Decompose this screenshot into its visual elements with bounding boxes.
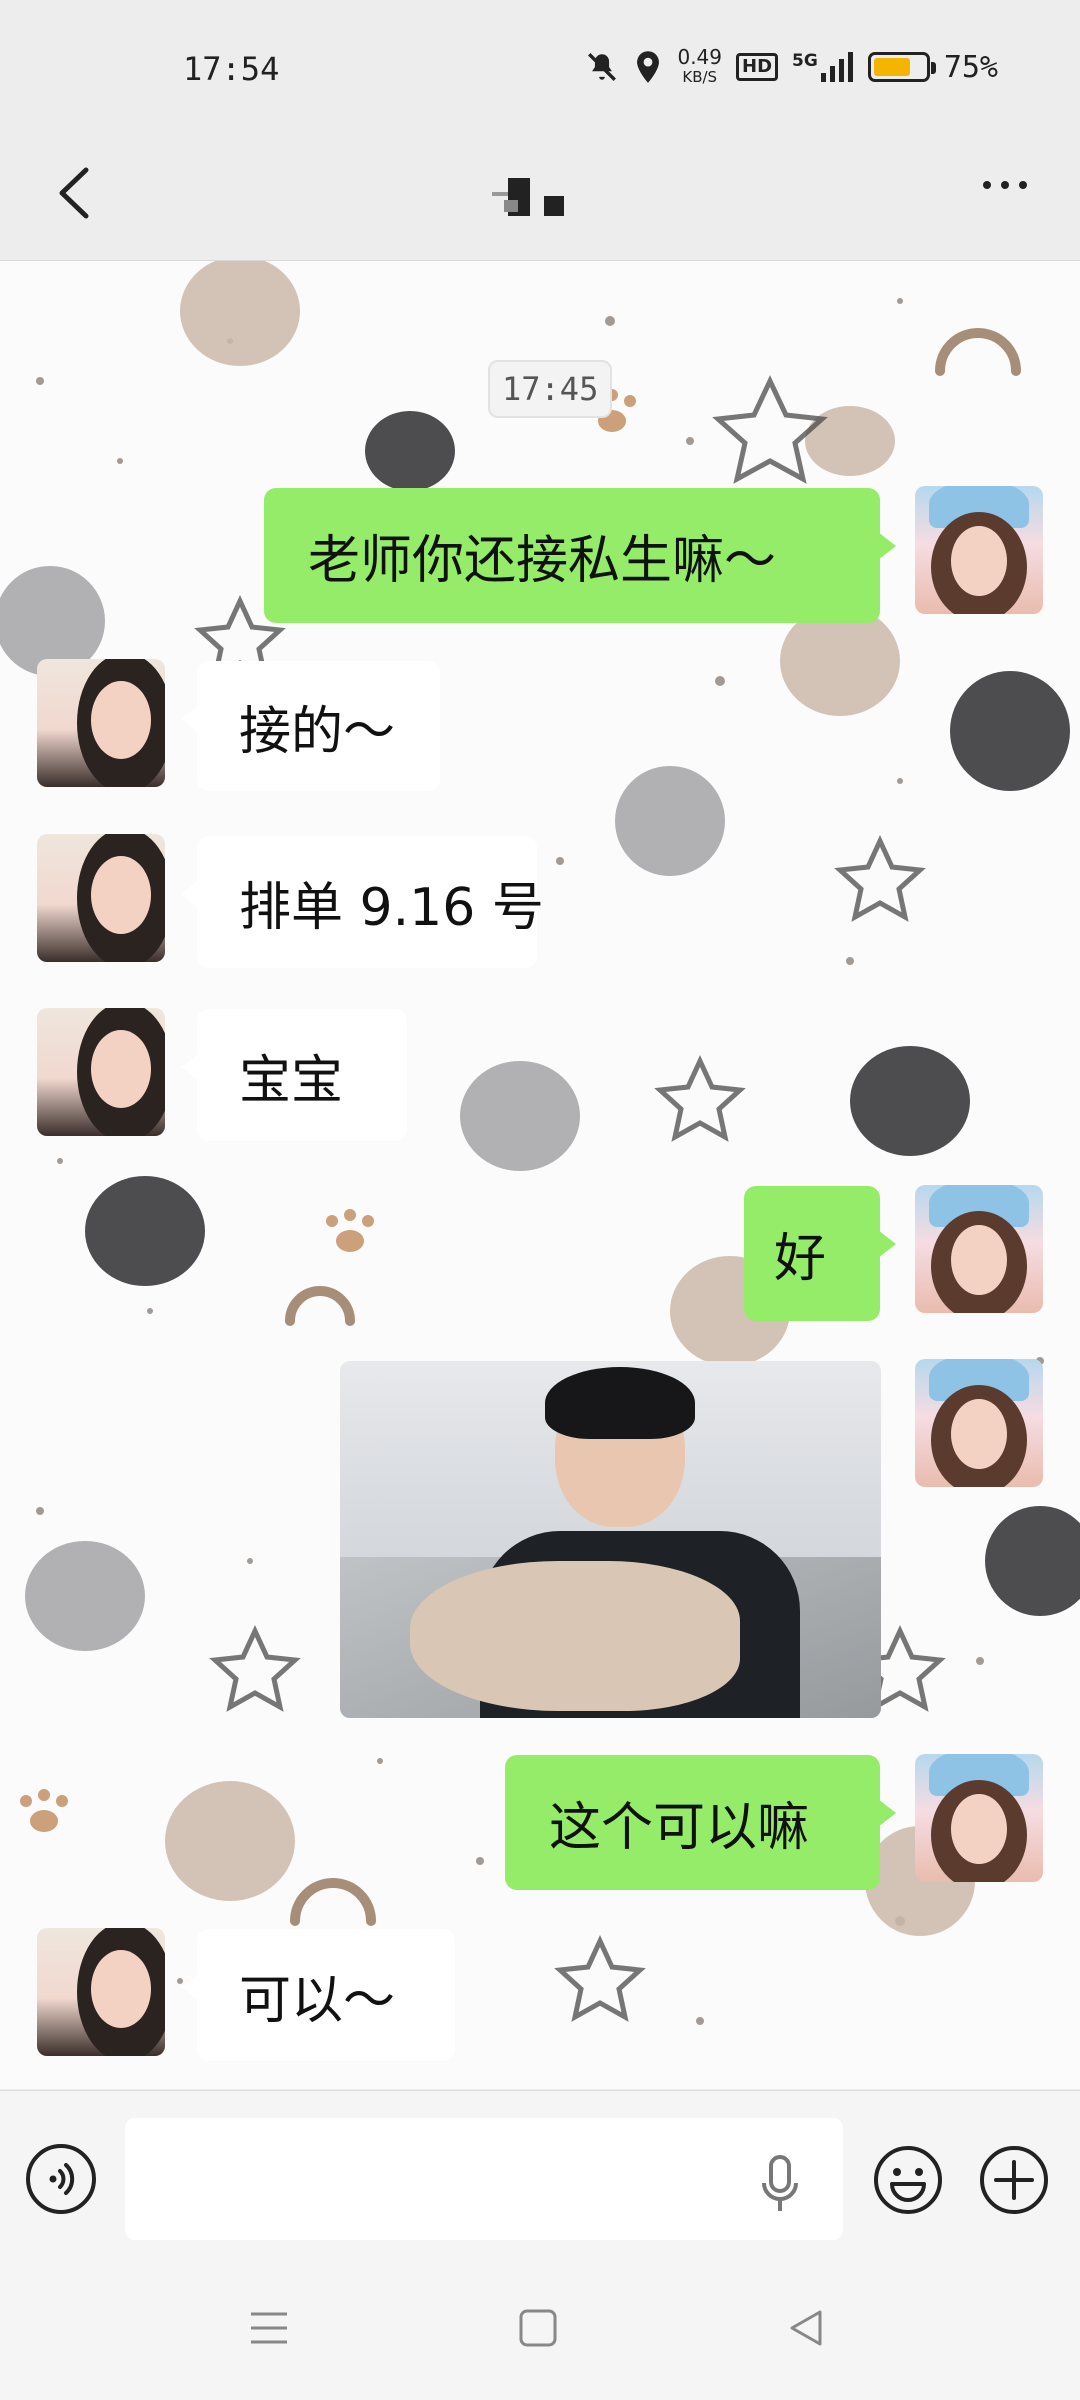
back-button[interactable]: [40, 158, 110, 228]
more-dots-icon: [983, 181, 991, 189]
status-bar: 17:54 0.49 KB/S HD 5G 75%: [0, 0, 1080, 128]
input-bar: [0, 2090, 1080, 2241]
battery-icon: [867, 52, 936, 82]
avatar-self[interactable]: [915, 1185, 1043, 1313]
net-speed-value: 0.49: [677, 45, 722, 69]
message-bubble-contact[interactable]: 可以～: [181, 1929, 455, 2061]
mic-icon[interactable]: [760, 2155, 800, 2215]
signal-icon: [820, 52, 853, 82]
avatar-self[interactable]: [915, 1754, 1043, 1882]
status-time: 17:54: [183, 50, 280, 88]
plus-icon[interactable]: [978, 2144, 1050, 2216]
signal-group: 5G: [792, 51, 854, 83]
back-triangle-icon[interactable]: [778, 2300, 834, 2356]
mute-icon: [588, 53, 617, 81]
avatar-self[interactable]: [915, 486, 1043, 614]
system-navigation-bar: [0, 2240, 1080, 2400]
hd-badge: HD: [736, 53, 779, 81]
message-input[interactable]: [125, 2118, 843, 2240]
battery-fill: [873, 58, 910, 76]
avatar-self[interactable]: [915, 1359, 1043, 1487]
avatar-contact[interactable]: [37, 1008, 165, 1136]
home-icon[interactable]: [510, 2300, 566, 2356]
voice-icon: [49, 2163, 75, 2195]
message-bubble-contact[interactable]: 接的～: [181, 661, 440, 791]
net-speed: 0.49 KB/S: [677, 47, 722, 87]
more-options-button[interactable]: [970, 155, 1040, 215]
avatar-contact[interactable]: [37, 1928, 165, 2056]
avatar-contact[interactable]: [37, 659, 165, 787]
message-bubble-contact[interactable]: 排单 9.16 号: [181, 836, 544, 968]
voice-toggle-button[interactable]: [26, 2144, 96, 2214]
message-bubble-self[interactable]: 老师你还接私生嘛～: [264, 488, 896, 623]
avatar-contact[interactable]: [37, 834, 165, 962]
location-icon: [637, 51, 660, 83]
message-bubble-self[interactable]: 这个可以嘛: [505, 1755, 896, 1890]
net-speed-unit: KB/S: [682, 68, 718, 86]
emoji-icon[interactable]: [872, 2144, 944, 2216]
image-message[interactable]: [340, 1361, 881, 1718]
message-bubble-contact[interactable]: 宝宝: [181, 1009, 407, 1141]
network-type-label: 5G: [792, 51, 818, 71]
status-icons: 0.49 KB/S HD 5G 75%: [585, 44, 998, 90]
contact-name-redacted: [492, 178, 564, 216]
chat-area[interactable]: 17:45 老师你还接私生嘛～ 接的～ 排单 9.16 号 宝宝 好 这个可以嘛…: [0, 261, 1080, 2089]
message-timestamp: 17:45: [488, 360, 613, 418]
chevron-left-icon: [59, 167, 89, 219]
battery-percent: 75%: [943, 49, 998, 85]
menu-icon[interactable]: [241, 2300, 297, 2356]
message-bubble-self[interactable]: 好: [744, 1186, 896, 1321]
